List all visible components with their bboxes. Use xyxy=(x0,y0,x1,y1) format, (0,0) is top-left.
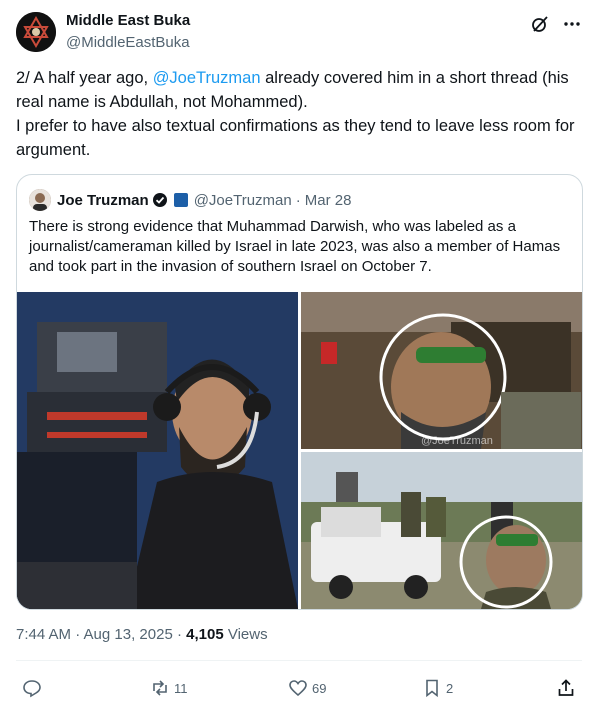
photo-truck-fighters[interactable] xyxy=(301,452,582,609)
views-count: 4,105 xyxy=(186,626,224,643)
verified-badge-icon xyxy=(152,192,168,208)
photo-cameraman[interactable] xyxy=(17,292,298,609)
action-bar: 11 69 2 xyxy=(16,672,582,706)
media-grid: @JoeTruzman xyxy=(17,292,582,609)
quote-header: Joe Truzman @JoeTruzman · Mar 28 xyxy=(29,188,351,212)
reply-button[interactable] xyxy=(22,678,42,698)
quote-avatar[interactable] xyxy=(29,189,51,211)
reply-icon xyxy=(23,680,41,698)
author-handle[interactable]: @MiddleEastBuka xyxy=(66,34,190,51)
retweet-count: 11 xyxy=(174,680,188,696)
star-of-david-icon xyxy=(16,12,56,52)
quote-author-handle[interactable]: @JoeTruzman xyxy=(194,192,292,209)
share-icon xyxy=(558,679,574,696)
share-button[interactable] xyxy=(556,678,576,698)
retweet-button[interactable]: 11 xyxy=(150,678,188,698)
more-options-icon[interactable] xyxy=(562,14,582,34)
tweet-text-part1: 2/ A half year ago, xyxy=(16,69,153,87)
photo-closeup-headband[interactable]: @JoeTruzman xyxy=(301,292,582,449)
quote-date[interactable]: Mar 28 xyxy=(305,192,352,209)
quote-author-name[interactable]: Joe Truzman xyxy=(57,192,149,209)
like-count: 69 xyxy=(312,680,327,696)
tweet-text-line2: I prefer to have also textual confirmati… xyxy=(16,117,575,159)
affiliate-badge-icon xyxy=(173,193,188,207)
avatar[interactable] xyxy=(16,12,56,52)
mention-link[interactable]: @JoeTruzman xyxy=(153,69,261,87)
tweet-header: Middle East Buka @MiddleEastBuka xyxy=(16,10,582,58)
timestamp[interactable]: 7:44 AM · Aug 13, 2025 · xyxy=(16,626,186,643)
heart-icon xyxy=(289,680,307,697)
grok-icon[interactable] xyxy=(530,14,550,34)
views-label: Views xyxy=(223,626,268,643)
bookmark-count: 2 xyxy=(446,680,454,696)
quoted-tweet[interactable]: Joe Truzman @JoeTruzman · Mar 28 There i… xyxy=(16,174,583,610)
quote-text: There is strong evidence that Muhammad D… xyxy=(29,218,561,275)
divider xyxy=(16,660,582,661)
bookmark-icon xyxy=(426,679,438,698)
quote-separator: · xyxy=(295,191,301,209)
bookmark-button[interactable]: 2 xyxy=(422,678,453,698)
like-button[interactable]: 69 xyxy=(288,678,326,698)
tweet-meta: 7:44 AM · Aug 13, 2025 · 4,105 Views xyxy=(16,626,268,643)
tweet-body: 2/ A half year ago, @JoeTruzman already … xyxy=(16,66,586,162)
watermark: @JoeTruzman xyxy=(421,435,493,447)
author-name[interactable]: Middle East Buka xyxy=(66,12,190,29)
retweet-icon xyxy=(153,680,167,696)
